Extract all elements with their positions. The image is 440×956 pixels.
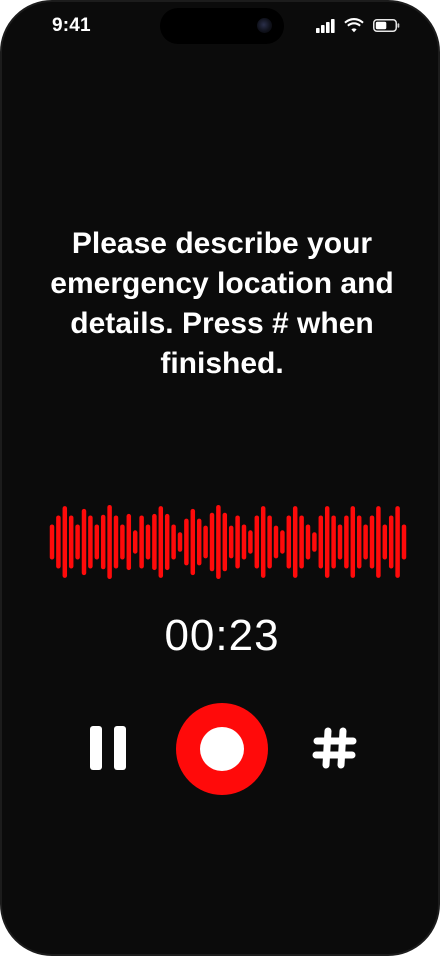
waveform-bar [171,524,176,560]
waveform-bar [120,524,125,560]
phone-screen: 9:41 Please describe your emergency loca… [0,0,440,956]
waveform-bar [369,515,375,569]
waveform-bar [382,524,388,560]
waveform-bar [356,515,362,569]
waveform-bar [395,506,400,578]
wifi-icon [344,18,364,33]
status-bar: 9:41 [2,2,438,56]
pause-bar-left [90,726,102,770]
pause-icon [86,726,134,770]
pause-button[interactable] [86,726,134,770]
waveform-bar [196,518,202,566]
waveform-bar [324,506,330,578]
waveform-bar [254,515,260,569]
waveform-bar [164,513,170,571]
waveform-bar [216,504,221,580]
audio-waveform [49,504,407,580]
waveform-bar [280,530,285,554]
waveform-bar [331,515,336,569]
waveform-bar [184,518,189,566]
hash-icon [312,726,358,770]
waveform-bar [388,515,394,569]
waveform-bar [260,506,266,578]
waveform-bar [235,515,240,569]
finish-hash-button[interactable] [312,726,358,770]
waveform-bar [241,524,247,560]
recording-timer: 00:23 [164,611,280,660]
instruction-text: Please describe your emergency location … [50,227,394,380]
waveform-bar [152,513,157,571]
pause-bar-right [114,726,126,770]
waveform-bar [190,508,196,576]
record-icon [200,727,244,771]
waveform-bar [267,515,272,569]
waveform-bar [228,525,234,559]
waveform-bar [318,515,324,569]
recording-controls [2,702,438,795]
waveform-bar [139,515,144,569]
waveform-bar [56,515,61,569]
waveform-bar [222,512,228,572]
waveform-bar [81,508,87,576]
record-button[interactable] [176,703,268,795]
waveform-bar [401,524,407,560]
waveform-bar [158,506,164,578]
status-time: 9:41 [52,15,91,36]
waveform-bar [273,525,279,559]
waveform-bar [100,514,106,570]
waveform-bar [62,506,68,578]
waveform-bar [337,524,343,560]
waveform-bar [49,524,55,560]
waveform-bar [312,532,317,552]
dynamic-island [160,8,284,44]
waveform-bar [145,524,151,560]
status-icons [316,18,400,33]
waveform-bar [75,524,80,560]
waveform-bar [286,515,292,569]
waveform-bar [344,515,349,569]
waveform-bar [94,524,100,560]
battery-icon [373,19,400,32]
cellular-signal-icon [316,18,335,33]
waveform-bar [209,512,215,572]
waveform-bar [113,515,119,569]
waveform-bar [107,504,112,580]
waveform-bar [177,532,183,552]
waveform-bar [203,525,208,559]
waveform-bar [376,506,381,578]
waveform-bar [363,524,368,560]
waveform-bar [305,524,311,560]
waveform-bar [292,506,298,578]
camera-icon [257,18,272,33]
waveform-bar [350,506,356,578]
waveform-bar [68,515,74,569]
waveform-bar [132,530,138,554]
waveform-bar [248,530,253,554]
waveform-bar [88,515,93,569]
waveform-bar [299,515,304,569]
waveform-bar [126,513,132,571]
